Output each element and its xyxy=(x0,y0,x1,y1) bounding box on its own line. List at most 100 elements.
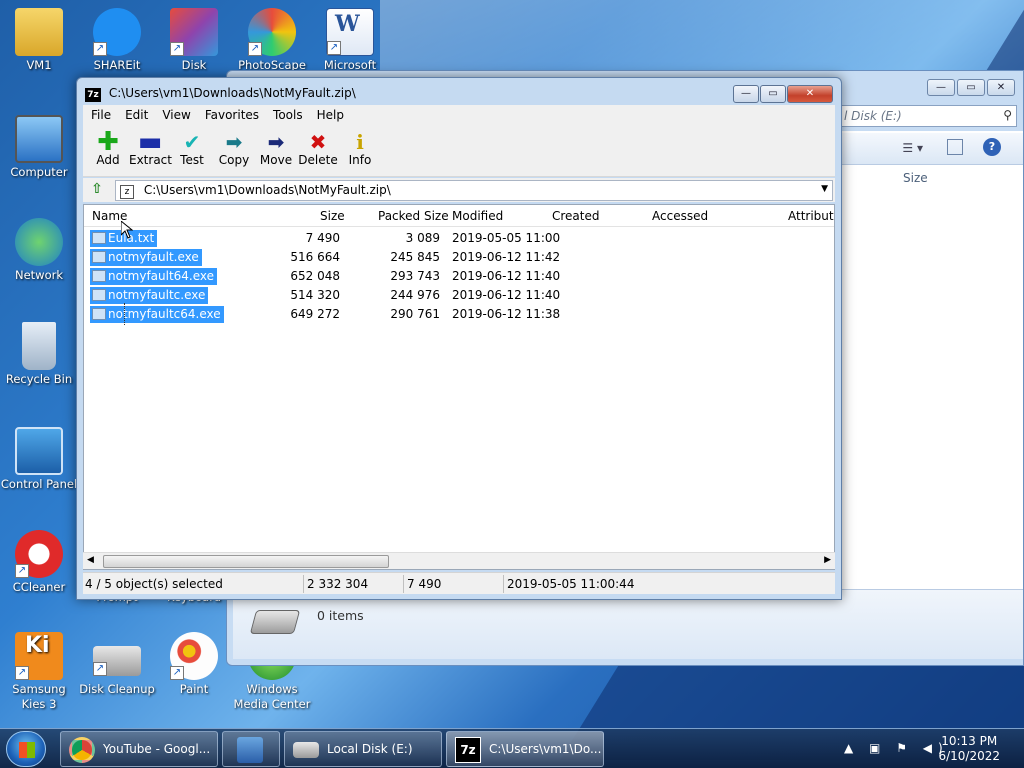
extract-icon: ▬ xyxy=(137,127,163,157)
scroll-thumb[interactable] xyxy=(103,555,389,568)
exe-file-icon xyxy=(92,270,106,282)
start-button[interactable] xyxy=(6,731,46,767)
table-row[interactable]: notmyfaultc.exe 514 320 244 976 2019-06-… xyxy=(84,286,834,305)
delete-button[interactable]: ✖ Delete xyxy=(297,125,339,176)
taskbar-item-local-disk[interactable]: Local Disk (E:) xyxy=(284,731,442,767)
file-list[interactable]: Name Size Packed Size Modified Created A… xyxy=(83,204,835,570)
table-row[interactable]: Eula.txt 7 490 3 089 2019-05-05 11:00 xyxy=(84,229,834,248)
status-divider xyxy=(303,575,304,593)
tray-icons[interactable]: ▲ ▣ ⚑ ◀) xyxy=(844,741,949,755)
scroll-right-icon[interactable]: ▶ xyxy=(824,555,831,565)
desktop-icon-microsoft-word[interactable]: W ↗ Microsoft xyxy=(311,8,389,73)
info-button[interactable]: i Info xyxy=(339,125,381,176)
chevron-down-icon[interactable]: ▼ xyxy=(821,184,828,194)
desktop-icon-disk[interactable]: ↗ Disk xyxy=(155,8,233,73)
file-name[interactable]: notmyfault64.exe xyxy=(90,268,218,285)
search-input[interactable]: l Disk (E:) ⚲ xyxy=(839,105,1017,127)
table-row[interactable]: notmyfault.exe 516 664 245 845 2019-06-1… xyxy=(84,248,834,267)
file-name[interactable]: notmyfaultc64.exe xyxy=(90,306,224,323)
file-packed-size: 3 089 xyxy=(405,231,440,245)
table-row[interactable]: notmyfault64.exe 652 048 293 743 2019-06… xyxy=(84,267,834,286)
up-folder-icon[interactable]: ⇧ xyxy=(87,181,107,199)
desktop-icon-label: Windows Media Center xyxy=(233,682,311,711)
zip-file-icon: z xyxy=(120,185,134,199)
desktop-icon-label: Samsung Kies 3 xyxy=(12,682,66,711)
horizontal-scrollbar[interactable]: ◀ ▶ xyxy=(83,552,835,569)
file-name[interactable]: notmyfault.exe xyxy=(90,249,202,266)
column-header-accessed[interactable]: Accessed xyxy=(652,209,708,223)
move-label: Move xyxy=(259,153,293,167)
scroll-left-icon[interactable]: ◀ xyxy=(87,555,94,565)
taskbar-item-chrome[interactable]: YouTube - Googl... xyxy=(60,731,218,767)
maximize-button[interactable]: ▭ xyxy=(760,85,786,103)
taskbar: YouTube - Googl... Local Disk (E:) 7z C:… xyxy=(0,728,1024,768)
file-modified: 2019-06-12 11:42 xyxy=(452,250,561,264)
help-icon[interactable]: ? xyxy=(983,138,1001,156)
file-size: 514 320 xyxy=(290,288,340,302)
desktop-icon-vm1[interactable]: VM1 xyxy=(0,8,78,73)
system-tray: ▲ ▣ ⚑ ◀) 10:13 PM 6/10/2022 xyxy=(844,729,1024,768)
menu-edit[interactable]: Edit xyxy=(125,108,148,122)
status-divider xyxy=(403,575,404,593)
desktop-icon-control-panel[interactable]: Control Panel xyxy=(0,427,78,492)
clock[interactable]: 10:13 PM 6/10/2022 xyxy=(938,734,1000,764)
file-name[interactable]: notmyfaultc.exe xyxy=(90,287,209,304)
table-row[interactable]: notmyfaultc64.exe 649 272 290 761 2019-0… xyxy=(84,305,834,324)
disk-defrag-icon: ↗ xyxy=(170,8,218,56)
column-header-created[interactable]: Created xyxy=(552,209,600,223)
move-button[interactable]: ➡ Move xyxy=(255,125,297,176)
menu-help[interactable]: Help xyxy=(317,108,344,122)
menu-file[interactable]: File xyxy=(91,108,111,122)
desktop-icon-recycle-bin[interactable]: Recycle Bin xyxy=(0,322,78,387)
address-input[interactable]: z C:\Users\vm1\Downloads\NotMyFault.zip\… xyxy=(115,180,833,201)
7zip-window[interactable]: 7z C:\Users\vm1\Downloads\NotMyFault.zip… xyxy=(76,77,842,600)
column-header-size[interactable]: Size xyxy=(320,209,345,223)
desktop-icon-paint[interactable]: ↗ Paint xyxy=(155,632,233,697)
desktop-icon-ccleaner[interactable]: ↗ CCleaner xyxy=(0,530,78,595)
extract-button[interactable]: ▬ Extract xyxy=(129,125,172,176)
copy-button[interactable]: ➡ Copy xyxy=(213,125,255,176)
view-options-icon[interactable]: ☰ ▾ xyxy=(902,141,923,155)
copy-icon: ➡ xyxy=(225,130,243,154)
search-placeholder: l Disk (E:) xyxy=(844,109,902,123)
desktop-icon-computer[interactable]: Computer xyxy=(0,115,78,180)
menu-view[interactable]: View xyxy=(162,108,190,122)
taskbar-item-label: Local Disk (E:) xyxy=(327,742,413,756)
file-size: 7 490 xyxy=(305,231,340,245)
minimize-button[interactable]: — xyxy=(733,85,759,103)
status-bar: 4 / 5 object(s) selected 2 332 304 7 490… xyxy=(83,572,835,594)
file-size: 652 048 xyxy=(290,269,340,283)
taskbar-item-store[interactable] xyxy=(222,731,280,767)
column-header-modified[interactable]: Modified xyxy=(452,209,503,223)
recycle-bin-icon xyxy=(22,322,56,370)
clock-date: 6/10/2022 xyxy=(938,749,1000,763)
desktop-icon-label: Network xyxy=(14,268,64,282)
desktop-icon-label: Disk xyxy=(181,58,207,72)
add-button[interactable]: ✚ Add xyxy=(87,125,129,176)
desktop-icon-photoscape[interactable]: ↗ PhotoScape xyxy=(233,8,311,73)
menu-tools[interactable]: Tools xyxy=(273,108,303,122)
preview-pane-icon[interactable] xyxy=(947,139,963,155)
file-packed-size: 245 845 xyxy=(390,250,440,264)
menu-favorites[interactable]: Favorites xyxy=(205,108,259,122)
test-button[interactable]: ✔ Test xyxy=(171,125,213,176)
desktop-icon-disk-cleanup[interactable]: ↗ Disk Cleanup xyxy=(78,632,156,697)
test-label: Test xyxy=(180,153,204,167)
column-header-attributes[interactable]: Attributes xyxy=(788,209,834,223)
minimize-button[interactable]: — xyxy=(927,79,955,96)
file-packed-size: 293 743 xyxy=(390,269,440,283)
kies-icon: Ki ↗ xyxy=(15,632,63,680)
desktop-icon-samsung-kies[interactable]: Ki ↗ Samsung Kies 3 xyxy=(0,632,78,712)
word-icon: W ↗ xyxy=(326,8,374,56)
column-header-packed-size[interactable]: Packed Size xyxy=(378,209,449,223)
desktop-icon-network[interactable]: Network xyxy=(0,218,78,283)
taskbar-item-label: YouTube - Googl... xyxy=(103,742,211,756)
desktop-icon-shareit[interactable]: ↗ SHAREit xyxy=(78,8,156,73)
close-button[interactable]: ✕ xyxy=(787,85,833,103)
maximize-button[interactable]: ▭ xyxy=(957,79,985,96)
taskbar-item-7zip[interactable]: 7z C:\Users\vm1\Do... xyxy=(446,731,604,767)
desktop-icon-label: Disk Cleanup xyxy=(79,682,155,696)
column-header-size[interactable]: Size xyxy=(903,171,928,185)
delete-label: Delete xyxy=(298,153,338,167)
close-button[interactable]: ✕ xyxy=(987,79,1015,96)
